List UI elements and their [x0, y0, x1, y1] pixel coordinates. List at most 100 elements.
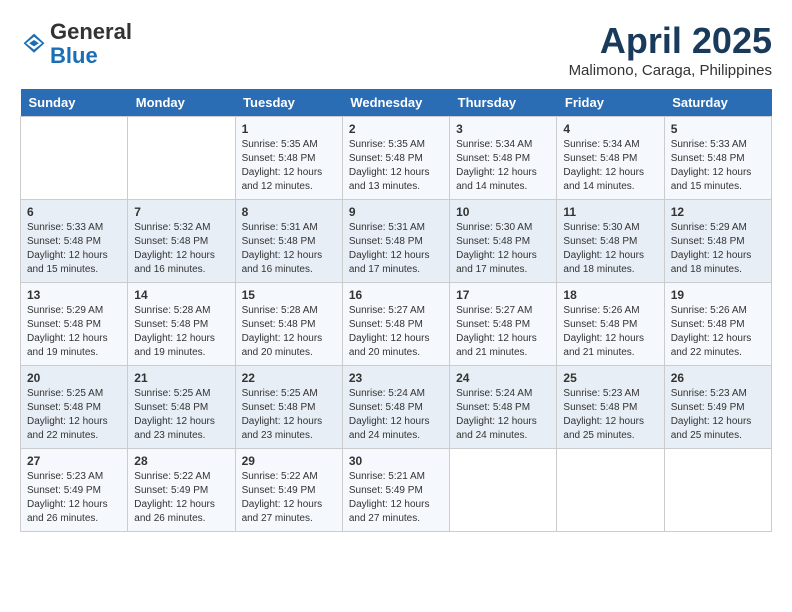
day-number: 18: [563, 288, 657, 302]
weekday-header-thursday: Thursday: [450, 89, 557, 117]
calendar-cell: 17 Sunrise: 5:27 AM Sunset: 5:48 PM Dayli…: [450, 283, 557, 366]
calendar-cell: 15Sunrise: 5:28 AM Sunset: 5:48 PM Dayli…: [235, 283, 342, 366]
calendar-cell: 25 Sunrise: 5:23 AM Sunset: 5:48 PM Dayli…: [557, 366, 664, 449]
day-details: Sunrise: 5:22 AM Sunset: 5:49 PM Dayligh…: [242, 470, 336, 526]
day-number: 13: [27, 288, 121, 302]
calendar-cell: [21, 117, 128, 200]
day-details: Sunrise: 5:30 AM Sunset: 5:48 PM Dayligh…: [563, 221, 657, 277]
calendar-week-5: 27Sunrise: 5:23 AM Sunset: 5:49 PM Dayli…: [21, 449, 772, 532]
day-details: Sunrise: 5:34 AM Sunset: 5:48 PM Dayligh…: [456, 138, 550, 194]
calendar-cell: 3 Sunrise: 5:34 AM Sunset: 5:48 PM Daylig…: [450, 117, 557, 200]
weekday-header-tuesday: Tuesday: [235, 89, 342, 117]
day-details: Sunrise: 5:31 AM Sunset: 5:48 PM Dayligh…: [349, 221, 443, 277]
day-details: Sunrise: 5:35 AM Sunset: 5:48 PM Dayligh…: [242, 138, 336, 194]
day-details: Sunrise: 5:27 AM Sunset: 5:48 PM Dayligh…: [349, 304, 443, 360]
day-details: Sunrise: 5:23 AM Sunset: 5:48 PM Dayligh…: [563, 387, 657, 443]
day-details: Sunrise: 5:29 AM Sunset: 5:48 PM Dayligh…: [27, 304, 121, 360]
day-number: 1: [242, 122, 336, 136]
calendar-cell: 14 Sunrise: 5:28 AM Sunset: 5:48 PM Dayli…: [128, 283, 235, 366]
day-number: 23: [349, 371, 443, 385]
day-details: Sunrise: 5:21 AM Sunset: 5:49 PM Dayligh…: [349, 470, 443, 526]
day-details: Sunrise: 5:35 AM Sunset: 5:48 PM Dayligh…: [349, 138, 443, 194]
day-details: Sunrise: 5:26 AM Sunset: 5:48 PM Dayligh…: [563, 304, 657, 360]
calendar-cell: 26 Sunrise: 5:23 AM Sunset: 5:49 PM Dayli…: [664, 366, 771, 449]
calendar-cell: 1 Sunrise: 5:35 AM Sunset: 5:48 PM Daylig…: [235, 117, 342, 200]
calendar-cell: 19Sunrise: 5:26 AM Sunset: 5:48 PM Dayli…: [664, 283, 771, 366]
day-details: Sunrise: 5:25 AM Sunset: 5:48 PM Dayligh…: [134, 387, 228, 443]
calendar-cell: [128, 117, 235, 200]
calendar-cell: 23 Sunrise: 5:24 AM Sunset: 5:48 PM Dayli…: [342, 366, 449, 449]
calendar-cell: 8Sunrise: 5:31 AM Sunset: 5:48 PM Daylig…: [235, 200, 342, 283]
weekday-header-saturday: Saturday: [664, 89, 771, 117]
day-details: Sunrise: 5:25 AM Sunset: 5:48 PM Dayligh…: [27, 387, 121, 443]
day-details: Sunrise: 5:33 AM Sunset: 5:48 PM Dayligh…: [27, 221, 121, 277]
day-number: 12: [671, 205, 765, 219]
calendar-cell: 20 Sunrise: 5:25 AM Sunset: 5:48 PM Dayli…: [21, 366, 128, 449]
calendar-cell: 22 Sunrise: 5:25 AM Sunset: 5:48 PM Dayli…: [235, 366, 342, 449]
logo-blue: Blue: [50, 44, 132, 68]
calendar-title: April 2025: [569, 20, 772, 62]
weekday-header-wednesday: Wednesday: [342, 89, 449, 117]
day-details: Sunrise: 5:28 AM Sunset: 5:48 PM Dayligh…: [134, 304, 228, 360]
calendar-cell: 7 Sunrise: 5:32 AM Sunset: 5:48 PM Daylig…: [128, 200, 235, 283]
day-details: Sunrise: 5:25 AM Sunset: 5:48 PM Dayligh…: [242, 387, 336, 443]
logo-icon: [22, 32, 46, 56]
day-number: 16: [349, 288, 443, 302]
day-number: 29: [242, 454, 336, 468]
day-details: Sunrise: 5:32 AM Sunset: 5:48 PM Dayligh…: [134, 221, 228, 277]
day-number: 9: [349, 205, 443, 219]
calendar-table: SundayMondayTuesdayWednesdayThursdayFrid…: [20, 89, 772, 532]
title-block: April 2025 Malimono, Caraga, Philippines: [569, 20, 772, 79]
day-details: Sunrise: 5:26 AM Sunset: 5:48 PM Dayligh…: [671, 304, 765, 360]
day-number: 15: [242, 288, 336, 302]
day-number: 25: [563, 371, 657, 385]
day-number: 20: [27, 371, 121, 385]
logo: General Blue: [20, 20, 132, 68]
day-number: 21: [134, 371, 228, 385]
calendar-cell: [557, 449, 664, 532]
calendar-cell: 29 Sunrise: 5:22 AM Sunset: 5:49 PM Dayli…: [235, 449, 342, 532]
calendar-cell: [450, 449, 557, 532]
day-number: 24: [456, 371, 550, 385]
calendar-cell: 28 Sunrise: 5:22 AM Sunset: 5:49 PM Dayli…: [128, 449, 235, 532]
day-number: 6: [27, 205, 121, 219]
day-number: 22: [242, 371, 336, 385]
day-number: 7: [134, 205, 228, 219]
calendar-week-4: 20 Sunrise: 5:25 AM Sunset: 5:48 PM Dayli…: [21, 366, 772, 449]
calendar-cell: 9 Sunrise: 5:31 AM Sunset: 5:48 PM Daylig…: [342, 200, 449, 283]
day-details: Sunrise: 5:27 AM Sunset: 5:48 PM Dayligh…: [456, 304, 550, 360]
day-number: 4: [563, 122, 657, 136]
day-details: Sunrise: 5:24 AM Sunset: 5:48 PM Dayligh…: [456, 387, 550, 443]
day-number: 14: [134, 288, 228, 302]
day-details: Sunrise: 5:34 AM Sunset: 5:48 PM Dayligh…: [563, 138, 657, 194]
weekday-header-friday: Friday: [557, 89, 664, 117]
day-number: 10: [456, 205, 550, 219]
calendar-cell: 4 Sunrise: 5:34 AM Sunset: 5:48 PM Daylig…: [557, 117, 664, 200]
calendar-cell: 27Sunrise: 5:23 AM Sunset: 5:49 PM Dayli…: [21, 449, 128, 532]
calendar-cell: 12 Sunrise: 5:29 AM Sunset: 5:48 PM Dayli…: [664, 200, 771, 283]
day-details: Sunrise: 5:29 AM Sunset: 5:48 PM Dayligh…: [671, 221, 765, 277]
calendar-cell: 18 Sunrise: 5:26 AM Sunset: 5:48 PM Dayli…: [557, 283, 664, 366]
weekday-header-monday: Monday: [128, 89, 235, 117]
day-number: 26: [671, 371, 765, 385]
weekday-header-sunday: Sunday: [21, 89, 128, 117]
day-details: Sunrise: 5:31 AM Sunset: 5:48 PM Dayligh…: [242, 221, 336, 277]
calendar-cell: 11 Sunrise: 5:30 AM Sunset: 5:48 PM Dayli…: [557, 200, 664, 283]
calendar-cell: 16 Sunrise: 5:27 AM Sunset: 5:48 PM Dayli…: [342, 283, 449, 366]
day-number: 3: [456, 122, 550, 136]
calendar-cell: [664, 449, 771, 532]
day-number: 28: [134, 454, 228, 468]
day-details: Sunrise: 5:22 AM Sunset: 5:49 PM Dayligh…: [134, 470, 228, 526]
day-details: Sunrise: 5:23 AM Sunset: 5:49 PM Dayligh…: [671, 387, 765, 443]
day-details: Sunrise: 5:30 AM Sunset: 5:48 PM Dayligh…: [456, 221, 550, 277]
day-details: Sunrise: 5:24 AM Sunset: 5:48 PM Dayligh…: [349, 387, 443, 443]
calendar-cell: 24 Sunrise: 5:24 AM Sunset: 5:48 PM Dayli…: [450, 366, 557, 449]
calendar-week-3: 13 Sunrise: 5:29 AM Sunset: 5:48 PM Dayli…: [21, 283, 772, 366]
weekday-header-row: SundayMondayTuesdayWednesdayThursdayFrid…: [21, 89, 772, 117]
calendar-cell: 2 Sunrise: 5:35 AM Sunset: 5:48 PM Daylig…: [342, 117, 449, 200]
day-number: 11: [563, 205, 657, 219]
calendar-week-1: 1 Sunrise: 5:35 AM Sunset: 5:48 PM Daylig…: [21, 117, 772, 200]
day-number: 2: [349, 122, 443, 136]
day-number: 17: [456, 288, 550, 302]
calendar-subtitle: Malimono, Caraga, Philippines: [569, 62, 772, 79]
